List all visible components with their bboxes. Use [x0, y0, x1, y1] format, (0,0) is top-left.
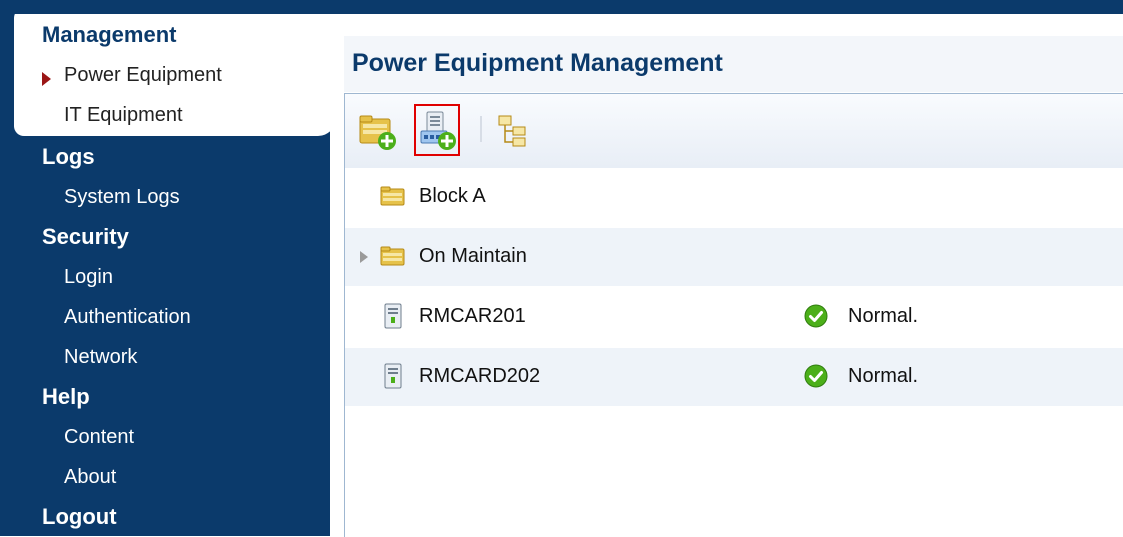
main-content: Power Equipment Management Block A On Ma…	[344, 14, 1123, 537]
tree-row-label: RMCAR201	[419, 305, 526, 327]
active-item-arrow-icon	[42, 72, 51, 86]
device-icon	[384, 303, 402, 329]
status-text: Normal.	[848, 305, 919, 327]
nav-item-authentication[interactable]: Authentication	[64, 306, 191, 329]
toolbar-separator	[480, 116, 482, 142]
folder-icon	[380, 246, 405, 266]
page-title: Power Equipment Management	[352, 49, 723, 77]
nav-section-logout[interactable]: Logout	[42, 504, 117, 530]
folder-icon	[380, 186, 405, 206]
nav-item-it-equipment[interactable]: IT Equipment	[64, 104, 183, 127]
expand-arrow-icon[interactable]	[360, 251, 368, 263]
tree-row[interactable]: Block A	[345, 168, 1123, 226]
nav-section-logs[interactable]: Logs	[42, 144, 95, 170]
nav-item-power-equipment[interactable]: Power Equipment	[64, 64, 222, 87]
status-ok-icon	[804, 304, 828, 328]
equipment-panel: Block A On Maintain RMCAR201 Normal. RMC…	[344, 93, 1123, 537]
tree-row[interactable]: RMCARD202 Normal.	[345, 348, 1123, 406]
nav-item-about[interactable]: About	[64, 466, 116, 489]
tree-view-icon	[498, 115, 526, 147]
tree-row-label: RMCARD202	[419, 365, 541, 387]
page-title-bar: Power Equipment Management	[344, 36, 1123, 92]
sidebar: Management Power Equipment IT Equipment …	[0, 14, 330, 536]
toolbar	[345, 94, 1123, 168]
nav-section-help[interactable]: Help	[42, 384, 90, 410]
tree-row-label: On Maintain	[419, 245, 527, 267]
nav-section-management[interactable]: Management	[42, 22, 176, 48]
nav-item-network[interactable]: Network	[64, 346, 137, 369]
tree-row[interactable]: RMCAR201 Normal.	[345, 288, 1123, 346]
add-device-button[interactable]	[414, 104, 460, 156]
top-rule	[0, 0, 1123, 14]
nav-item-system-logs[interactable]: System Logs	[64, 186, 180, 209]
device-icon	[384, 363, 402, 389]
folder-add-icon	[359, 115, 396, 150]
tree-view-button[interactable]	[493, 107, 533, 153]
status-text: Normal.	[848, 365, 919, 387]
nav-section-security[interactable]: Security	[42, 224, 129, 250]
nav-item-content[interactable]: Content	[64, 426, 134, 449]
add-folder-button[interactable]	[357, 107, 397, 153]
tree-row-label: Block A	[419, 185, 486, 207]
device-add-icon	[420, 111, 456, 150]
status-ok-icon	[804, 364, 828, 388]
nav-item-login[interactable]: Login	[64, 266, 113, 289]
tree-row[interactable]: On Maintain	[345, 228, 1123, 286]
